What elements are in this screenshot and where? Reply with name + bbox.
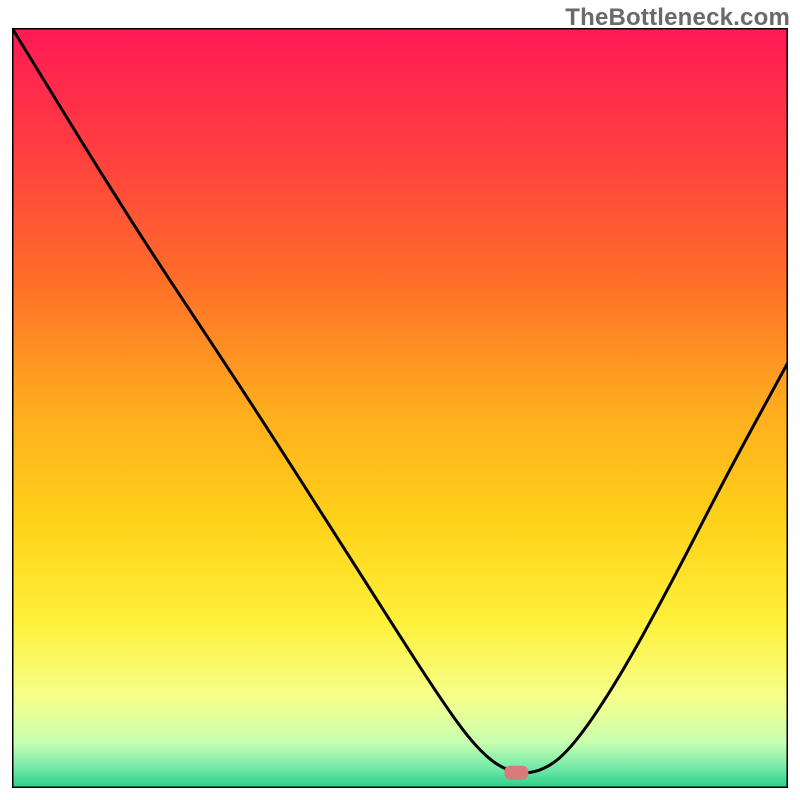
watermark-text: TheBottleneck.com bbox=[565, 4, 790, 32]
chart-container: TheBottleneck.com bbox=[0, 0, 800, 800]
optimum-marker bbox=[504, 766, 528, 780]
bottleneck-chart bbox=[12, 28, 788, 788]
plot-background bbox=[12, 28, 788, 788]
